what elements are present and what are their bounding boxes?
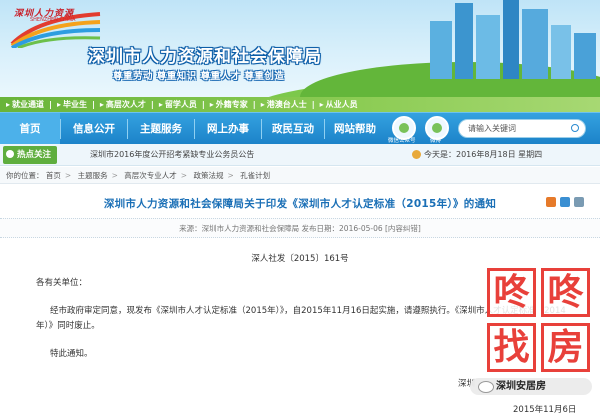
watermark-char: 咚 (541, 268, 590, 317)
watermark-char: 咚 (487, 268, 536, 317)
arrow-icon: ▸ (319, 100, 324, 109)
chat-bubble-icon (478, 381, 494, 393)
quick-link[interactable]: 港澳台人士 (267, 99, 307, 110)
breadcrumb-item[interactable]: 主题服务 (78, 171, 108, 180)
watermark-char: 找 (487, 323, 536, 372)
arrow-icon: ▸ (158, 100, 163, 109)
breadcrumb-item[interactable]: 首页 (46, 171, 61, 180)
breadcrumb: 你的位置： 首页 > 主题服务 > 高层次专业人才 > 政策法规 > 孔雀计划 (0, 167, 600, 184)
breadcrumb-separator: > (64, 171, 72, 180)
banner-slogan: 尊重劳动 尊重知识 尊重人才 尊重创造 (113, 71, 285, 82)
breadcrumb-separator: > (180, 171, 188, 180)
logo-subtext: SHENZHEN CHINA (30, 17, 76, 23)
body-line-2: 年）》同时废止。 (36, 321, 100, 331)
quick-link-separator: | (252, 100, 256, 109)
hot-label-text: 热点关注 (17, 150, 52, 160)
site-banner: 深圳人力资源 SHENZHEN CHINA 深圳市人力资源和社会保障局 尊重劳动… (0, 0, 600, 97)
rss-icon[interactable] (546, 197, 556, 207)
quick-link-separator: | (150, 100, 154, 109)
quick-link-separator: | (201, 100, 205, 109)
building-shape (455, 3, 473, 79)
arrow-icon: ▸ (6, 100, 11, 109)
arrow-icon: ▸ (209, 100, 214, 109)
document-number: 深人社发〔2015〕161号 (251, 254, 349, 264)
nav-interaction[interactable]: 政民互动 (262, 113, 324, 145)
breadcrumb-prefix: 你的位置： (6, 171, 44, 180)
building-shape (476, 15, 500, 79)
close-icon[interactable] (574, 197, 584, 207)
article-title: 深圳市人力资源和社会保障局关于印发《深圳市人才认定标准（2015年）》的通知 (103, 198, 497, 210)
arrow-icon: ▸ (260, 100, 265, 109)
search-input[interactable]: 请输入关键词 (458, 119, 586, 138)
building-shape (503, 0, 519, 79)
hot-label: 热点关注 (3, 146, 58, 164)
watermark-char: 房 (541, 323, 590, 372)
nav-help[interactable]: 网站帮助 (325, 113, 385, 145)
quick-link[interactable]: 高层次人才 (106, 99, 146, 110)
quick-link[interactable]: 就业通道 (12, 99, 44, 110)
bell-icon (6, 150, 14, 158)
arrow-icon: ▸ (56, 100, 61, 109)
breadcrumb-item[interactable]: 高层次专业人才 (124, 171, 177, 180)
breadcrumb-item[interactable]: 孔雀计划 (240, 171, 270, 180)
quick-link[interactable]: 毕业生 (63, 99, 87, 110)
quick-links-bar: ▸ 就业通道 | ▸ 毕业生 | ▸ 高层次人才 | ▸ 留学人员 | ▸ 外籍专家 | ▸ 港澳台人士 | ▸ 从业… (0, 97, 600, 112)
hot-news-bar: 热点关注 深圳市2016年度公开招考紧缺专业公务员公告 今天是：2016年8月1… (0, 144, 600, 166)
bureau-title: 深圳市人力资源和社会保障局 (88, 47, 322, 67)
building-shape (551, 25, 571, 79)
quick-link-separator: | (91, 100, 95, 109)
main-nav: 首页 信息公开 主题服务 网上办事 政民互动 网站帮助 微信公众号 微博 请输入… (0, 112, 600, 145)
building-shape (574, 33, 596, 79)
wechat-label: 微信公众号 (388, 138, 416, 144)
salutation: 各有关单位： (36, 278, 88, 288)
nav-online-services[interactable]: 网上办事 (195, 113, 261, 145)
quick-link-separator: | (49, 100, 52, 109)
nav-topic-services[interactable]: 主题服务 (128, 113, 194, 145)
breadcrumb-item[interactable]: 政策法规 (193, 171, 223, 180)
issue-date: 2015年11月6日 (513, 405, 577, 415)
nav-home[interactable]: 首页 (0, 113, 60, 145)
hot-news-link[interactable]: 深圳市2016年度公开招考紧缺专业公务员公告 (90, 149, 254, 160)
quick-link[interactable]: 留学人员 (165, 99, 197, 110)
breadcrumb-separator: > (227, 171, 234, 180)
quick-link[interactable]: 外籍专家 (216, 99, 248, 110)
quick-link-separator: | (311, 100, 315, 109)
search-icon[interactable] (571, 124, 579, 132)
print-icon[interactable] (560, 197, 570, 207)
building-shape (522, 9, 548, 79)
building-shape (430, 21, 452, 79)
arrow-icon: ▸ (99, 100, 104, 109)
quick-link[interactable]: 从业人员 (326, 99, 358, 110)
weibo-label: 微博 (430, 138, 442, 144)
nav-info-open[interactable]: 信息公开 (61, 113, 127, 145)
search-placeholder: 请输入关键词 (468, 124, 516, 133)
closing: 特此通知。 (50, 349, 93, 359)
calendar-icon (412, 150, 421, 159)
article-tools (546, 197, 584, 207)
breadcrumb-separator: > (111, 171, 118, 180)
article-meta: 来源：深圳市人力资源和社会保障局 发布日期：2016-05-06 [内容纠错] (0, 218, 600, 238)
today-date: 今天是：2016年8月18日 星期四 (424, 150, 543, 159)
